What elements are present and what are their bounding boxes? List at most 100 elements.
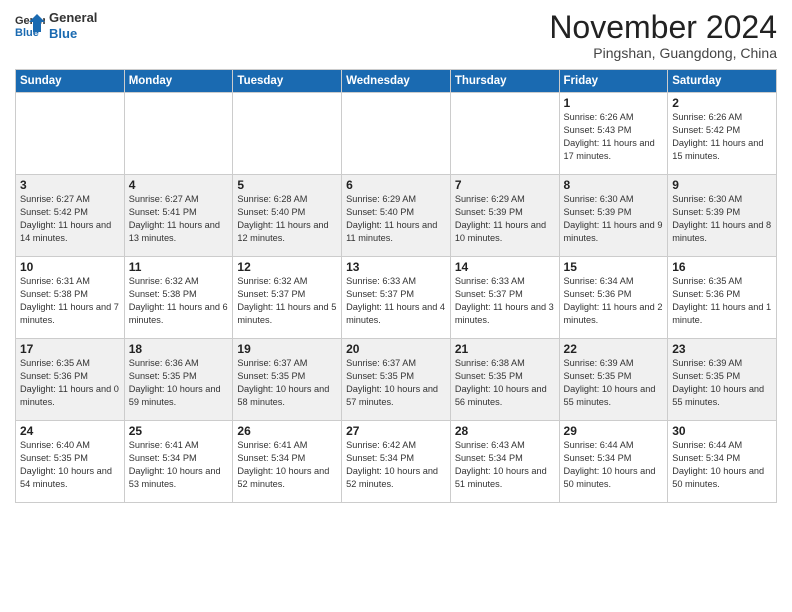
table-cell: 29Sunrise: 6:44 AM Sunset: 5:34 PM Dayli… [559, 421, 668, 503]
table-cell: 9Sunrise: 6:30 AM Sunset: 5:39 PM Daylig… [668, 175, 777, 257]
cell-info: Sunrise: 6:41 AM Sunset: 5:34 PM Dayligh… [237, 439, 337, 491]
cell-info: Sunrise: 6:32 AM Sunset: 5:37 PM Dayligh… [237, 275, 337, 327]
table-cell: 23Sunrise: 6:39 AM Sunset: 5:35 PM Dayli… [668, 339, 777, 421]
table-cell: 3Sunrise: 6:27 AM Sunset: 5:42 PM Daylig… [16, 175, 125, 257]
table-cell: 28Sunrise: 6:43 AM Sunset: 5:34 PM Dayli… [450, 421, 559, 503]
day-number: 12 [237, 260, 337, 274]
table-cell [124, 93, 233, 175]
table-cell: 26Sunrise: 6:41 AM Sunset: 5:34 PM Dayli… [233, 421, 342, 503]
cell-info: Sunrise: 6:29 AM Sunset: 5:40 PM Dayligh… [346, 193, 446, 245]
day-number: 13 [346, 260, 446, 274]
day-number: 8 [564, 178, 664, 192]
table-cell: 21Sunrise: 6:38 AM Sunset: 5:35 PM Dayli… [450, 339, 559, 421]
day-number: 11 [129, 260, 229, 274]
table-cell: 16Sunrise: 6:35 AM Sunset: 5:36 PM Dayli… [668, 257, 777, 339]
week-row-4: 17Sunrise: 6:35 AM Sunset: 5:36 PM Dayli… [16, 339, 777, 421]
header-thursday: Thursday [450, 70, 559, 93]
day-number: 20 [346, 342, 446, 356]
table-cell: 12Sunrise: 6:32 AM Sunset: 5:37 PM Dayli… [233, 257, 342, 339]
header-monday: Monday [124, 70, 233, 93]
day-number: 10 [20, 260, 120, 274]
day-number: 16 [672, 260, 772, 274]
day-number: 30 [672, 424, 772, 438]
cell-info: Sunrise: 6:37 AM Sunset: 5:35 PM Dayligh… [346, 357, 446, 409]
table-cell: 19Sunrise: 6:37 AM Sunset: 5:35 PM Dayli… [233, 339, 342, 421]
day-number: 21 [455, 342, 555, 356]
day-number: 15 [564, 260, 664, 274]
week-row-2: 3Sunrise: 6:27 AM Sunset: 5:42 PM Daylig… [16, 175, 777, 257]
table-cell: 10Sunrise: 6:31 AM Sunset: 5:38 PM Dayli… [16, 257, 125, 339]
table-cell: 14Sunrise: 6:33 AM Sunset: 5:37 PM Dayli… [450, 257, 559, 339]
cell-info: Sunrise: 6:26 AM Sunset: 5:43 PM Dayligh… [564, 111, 664, 163]
table-cell [233, 93, 342, 175]
calendar-table: SundayMondayTuesdayWednesdayThursdayFrid… [15, 69, 777, 503]
month-title: November 2024 [549, 10, 777, 45]
table-cell: 24Sunrise: 6:40 AM Sunset: 5:35 PM Dayli… [16, 421, 125, 503]
day-number: 28 [455, 424, 555, 438]
table-cell: 15Sunrise: 6:34 AM Sunset: 5:36 PM Dayli… [559, 257, 668, 339]
day-number: 18 [129, 342, 229, 356]
table-cell: 17Sunrise: 6:35 AM Sunset: 5:36 PM Dayli… [16, 339, 125, 421]
header-tuesday: Tuesday [233, 70, 342, 93]
cell-info: Sunrise: 6:41 AM Sunset: 5:34 PM Dayligh… [129, 439, 229, 491]
cell-info: Sunrise: 6:36 AM Sunset: 5:35 PM Dayligh… [129, 357, 229, 409]
cell-info: Sunrise: 6:42 AM Sunset: 5:34 PM Dayligh… [346, 439, 446, 491]
cell-info: Sunrise: 6:35 AM Sunset: 5:36 PM Dayligh… [20, 357, 120, 409]
logo-general-text: General [49, 10, 97, 26]
cell-info: Sunrise: 6:37 AM Sunset: 5:35 PM Dayligh… [237, 357, 337, 409]
logo-blue-text: Blue [49, 26, 97, 42]
day-number: 3 [20, 178, 120, 192]
day-number: 17 [20, 342, 120, 356]
table-cell [16, 93, 125, 175]
day-number: 19 [237, 342, 337, 356]
table-cell: 30Sunrise: 6:44 AM Sunset: 5:34 PM Dayli… [668, 421, 777, 503]
table-cell: 8Sunrise: 6:30 AM Sunset: 5:39 PM Daylig… [559, 175, 668, 257]
header-wednesday: Wednesday [342, 70, 451, 93]
cell-info: Sunrise: 6:29 AM Sunset: 5:39 PM Dayligh… [455, 193, 555, 245]
day-number: 29 [564, 424, 664, 438]
day-number: 26 [237, 424, 337, 438]
cell-info: Sunrise: 6:43 AM Sunset: 5:34 PM Dayligh… [455, 439, 555, 491]
day-number: 7 [455, 178, 555, 192]
logo-icon: General Blue [15, 12, 45, 40]
header-saturday: Saturday [668, 70, 777, 93]
cell-info: Sunrise: 6:33 AM Sunset: 5:37 PM Dayligh… [455, 275, 555, 327]
cell-info: Sunrise: 6:30 AM Sunset: 5:39 PM Dayligh… [672, 193, 772, 245]
table-cell: 1Sunrise: 6:26 AM Sunset: 5:43 PM Daylig… [559, 93, 668, 175]
cell-info: Sunrise: 6:44 AM Sunset: 5:34 PM Dayligh… [672, 439, 772, 491]
table-cell: 20Sunrise: 6:37 AM Sunset: 5:35 PM Dayli… [342, 339, 451, 421]
cell-info: Sunrise: 6:44 AM Sunset: 5:34 PM Dayligh… [564, 439, 664, 491]
weekday-header-row: SundayMondayTuesdayWednesdayThursdayFrid… [16, 70, 777, 93]
table-cell: 5Sunrise: 6:28 AM Sunset: 5:40 PM Daylig… [233, 175, 342, 257]
day-number: 9 [672, 178, 772, 192]
table-cell: 18Sunrise: 6:36 AM Sunset: 5:35 PM Dayli… [124, 339, 233, 421]
day-number: 6 [346, 178, 446, 192]
day-number: 22 [564, 342, 664, 356]
day-number: 14 [455, 260, 555, 274]
week-row-5: 24Sunrise: 6:40 AM Sunset: 5:35 PM Dayli… [16, 421, 777, 503]
day-number: 24 [20, 424, 120, 438]
cell-info: Sunrise: 6:33 AM Sunset: 5:37 PM Dayligh… [346, 275, 446, 327]
table-cell: 22Sunrise: 6:39 AM Sunset: 5:35 PM Dayli… [559, 339, 668, 421]
cell-info: Sunrise: 6:27 AM Sunset: 5:42 PM Dayligh… [20, 193, 120, 245]
title-block: November 2024 Pingshan, Guangdong, China [549, 10, 777, 61]
day-number: 4 [129, 178, 229, 192]
cell-info: Sunrise: 6:26 AM Sunset: 5:42 PM Dayligh… [672, 111, 772, 163]
cell-info: Sunrise: 6:39 AM Sunset: 5:35 PM Dayligh… [564, 357, 664, 409]
week-row-1: 1Sunrise: 6:26 AM Sunset: 5:43 PM Daylig… [16, 93, 777, 175]
day-number: 23 [672, 342, 772, 356]
day-number: 5 [237, 178, 337, 192]
cell-info: Sunrise: 6:28 AM Sunset: 5:40 PM Dayligh… [237, 193, 337, 245]
day-number: 25 [129, 424, 229, 438]
cell-info: Sunrise: 6:27 AM Sunset: 5:41 PM Dayligh… [129, 193, 229, 245]
day-number: 2 [672, 96, 772, 110]
day-number: 27 [346, 424, 446, 438]
logo: General Blue General Blue [15, 10, 97, 41]
table-cell: 25Sunrise: 6:41 AM Sunset: 5:34 PM Dayli… [124, 421, 233, 503]
cell-info: Sunrise: 6:40 AM Sunset: 5:35 PM Dayligh… [20, 439, 120, 491]
cell-info: Sunrise: 6:39 AM Sunset: 5:35 PM Dayligh… [672, 357, 772, 409]
cell-info: Sunrise: 6:30 AM Sunset: 5:39 PM Dayligh… [564, 193, 664, 245]
cell-info: Sunrise: 6:32 AM Sunset: 5:38 PM Dayligh… [129, 275, 229, 327]
table-cell: 4Sunrise: 6:27 AM Sunset: 5:41 PM Daylig… [124, 175, 233, 257]
header-sunday: Sunday [16, 70, 125, 93]
